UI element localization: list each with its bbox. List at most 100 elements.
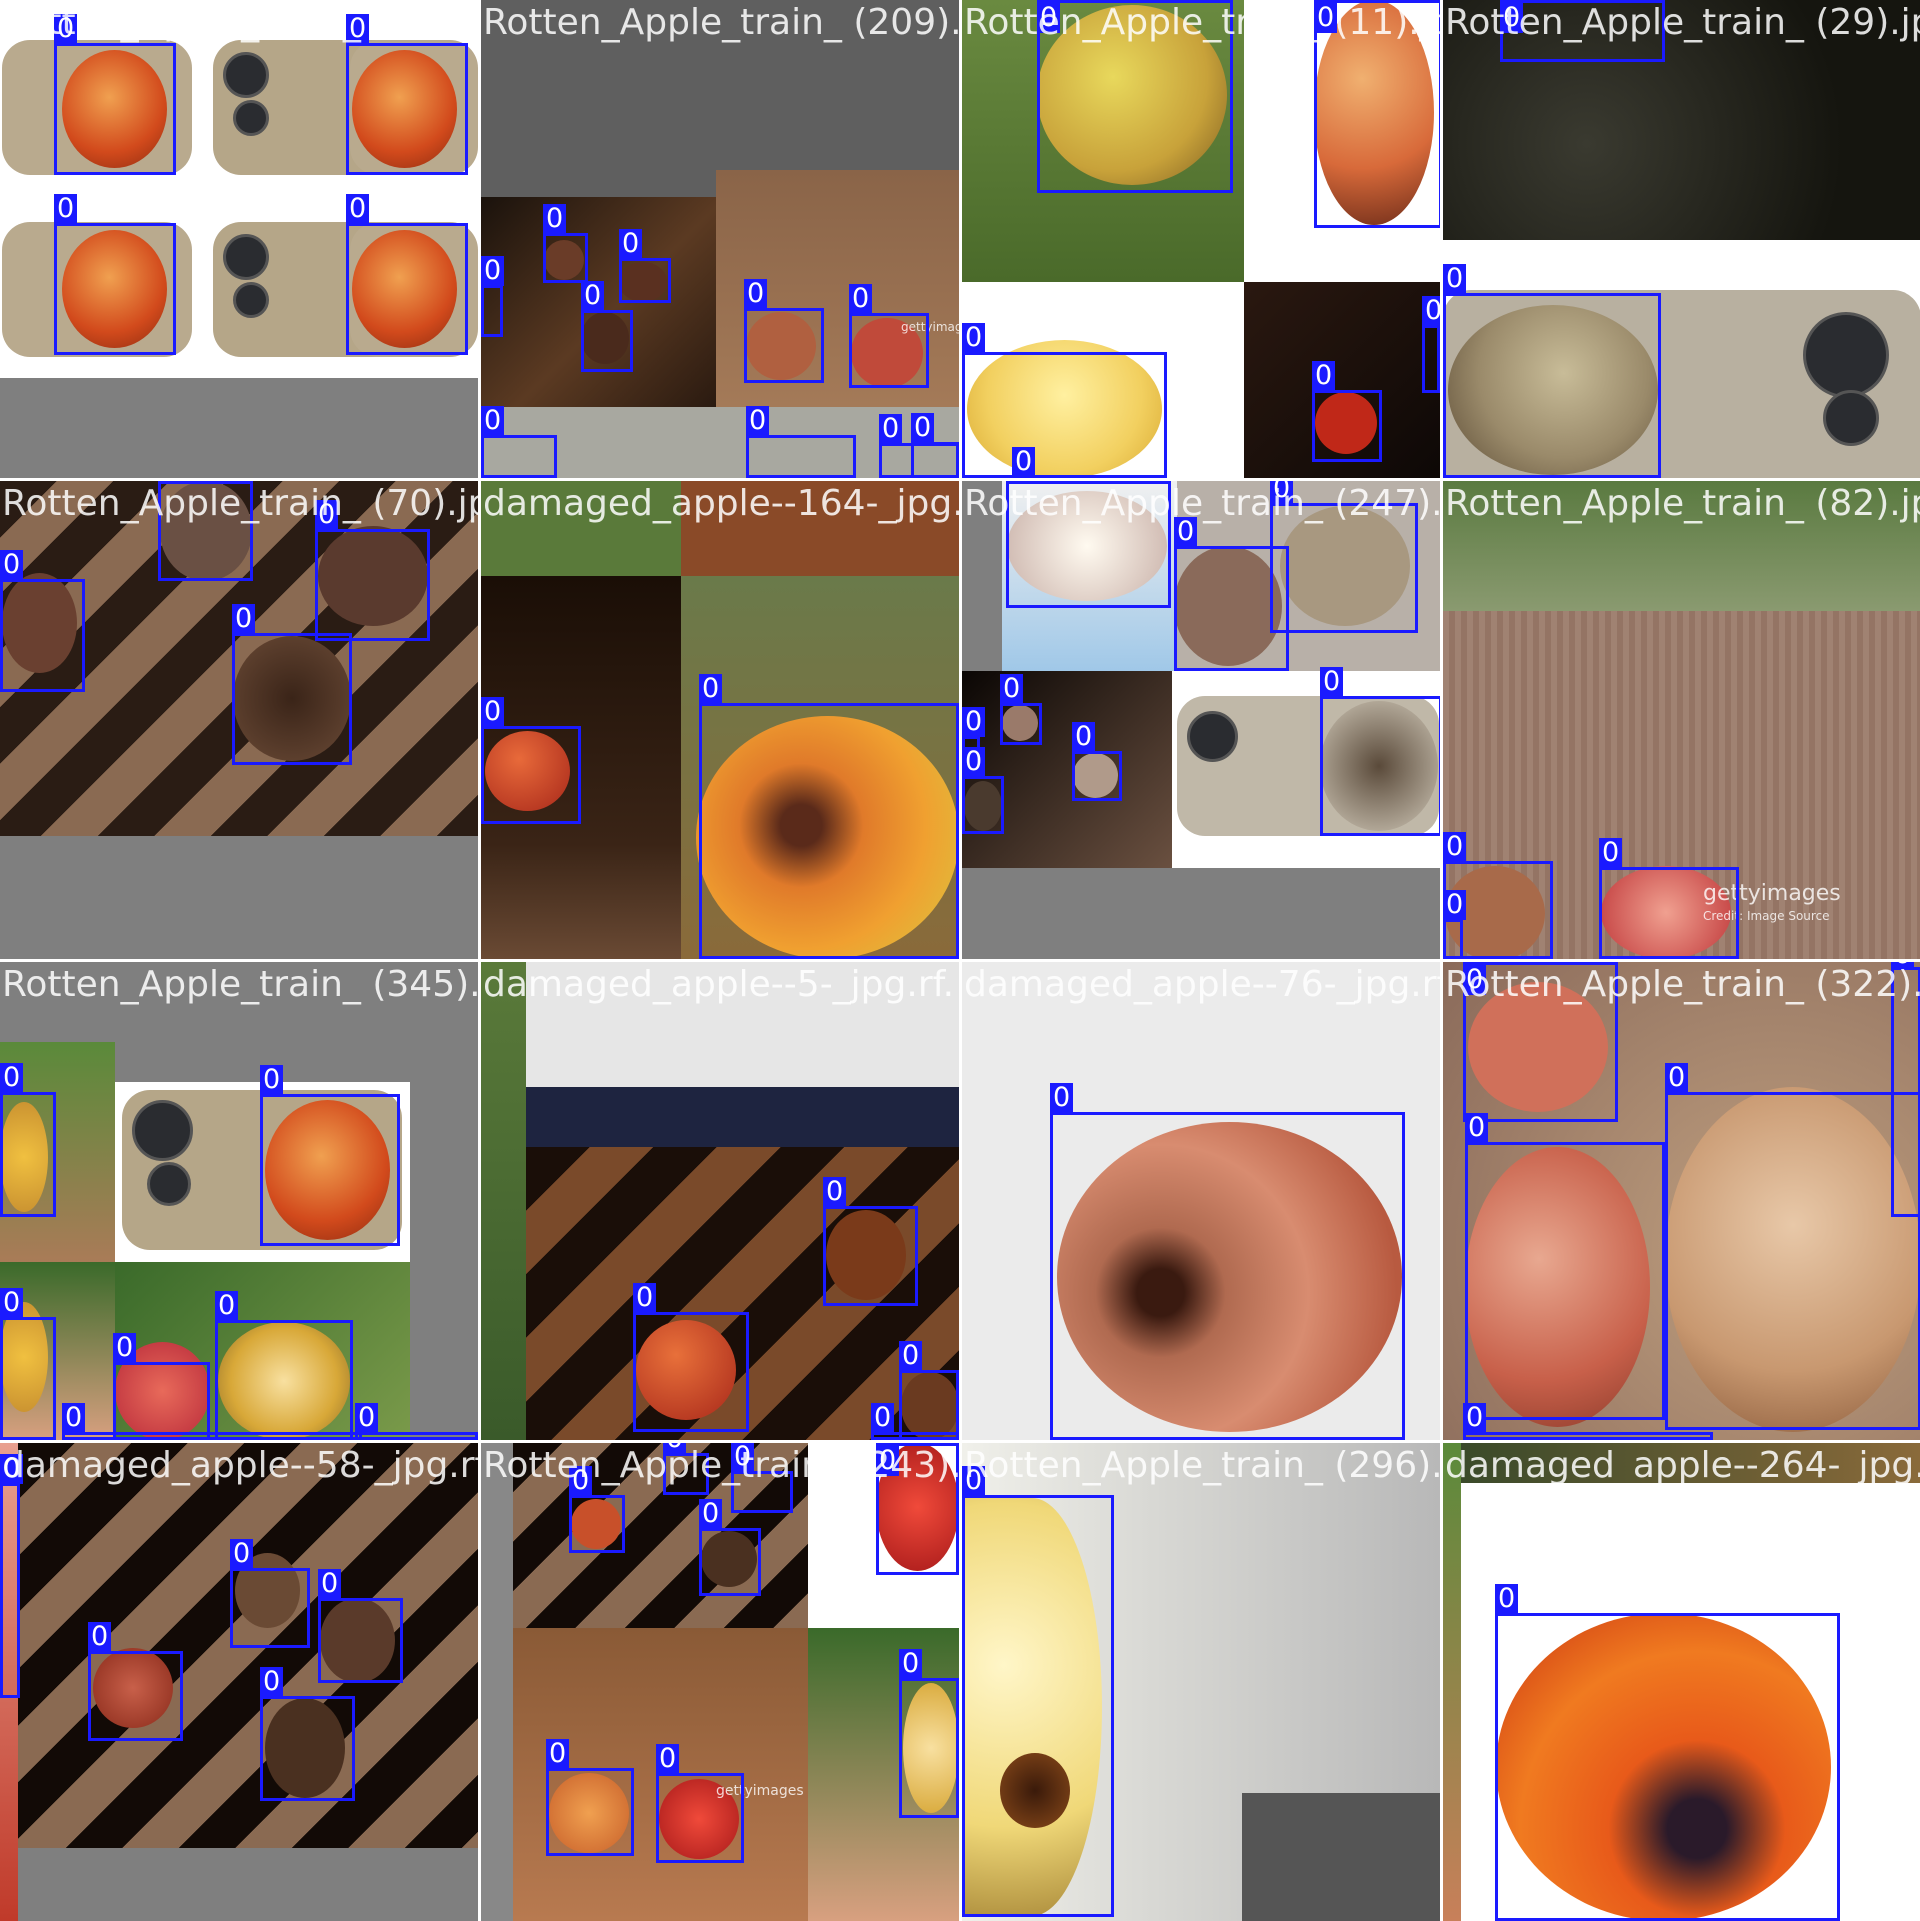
detection-box: 0 bbox=[1012, 447, 1162, 478]
class-label: 0 bbox=[899, 1649, 923, 1679]
class-label: 0 bbox=[1072, 722, 1096, 752]
class-label: 0 bbox=[899, 1341, 923, 1371]
tile-filename: damaged_apple--5-_jpg.rf. bbox=[483, 964, 955, 1005]
class-label: 0 bbox=[232, 604, 256, 634]
detection-box: 0 bbox=[543, 204, 588, 283]
detection-box: 0 bbox=[899, 1341, 959, 1440]
detection-box: 0 bbox=[260, 1667, 355, 1801]
tile-filename: Rotten_Apple_train_ (82).jpg bbox=[1445, 483, 1920, 524]
detection-box: 0 bbox=[62, 1403, 362, 1440]
class-label: 0 bbox=[1463, 1403, 1487, 1433]
detection-box: 0 bbox=[581, 281, 633, 372]
class-label: 0 bbox=[744, 279, 768, 309]
detection-box: 0 bbox=[88, 1622, 183, 1741]
class-label: 0 bbox=[481, 256, 505, 286]
tile-filename: Rotten_Apple_train_ (345).jpg bbox=[2, 964, 478, 1005]
detection-box: 0 bbox=[656, 1744, 744, 1863]
class-label: 0 bbox=[260, 1667, 284, 1697]
detection-box: 0 bbox=[346, 194, 468, 355]
class-label: 0 bbox=[911, 413, 935, 443]
detection-box: 0 bbox=[0, 1063, 56, 1217]
detection-box: 0 bbox=[1495, 1584, 1840, 1921]
mosaic-tile: Rotten_Apple_train_ (247).jpg 0 0 0 0 0 … bbox=[962, 481, 1440, 959]
class-label: 0 bbox=[1012, 447, 1036, 477]
class-label: 0 bbox=[699, 1499, 723, 1529]
detection-box: 0 bbox=[315, 500, 430, 641]
detection-box: 0 bbox=[746, 406, 856, 478]
mosaic-tile: gettyimages Rotten_Apple_train_ (209).jp… bbox=[481, 0, 959, 478]
class-label: 0 bbox=[113, 1333, 137, 1363]
class-label: 0 bbox=[1422, 296, 1440, 326]
detection-box: 0 bbox=[481, 406, 557, 478]
detection-box: 0 bbox=[355, 1403, 478, 1440]
tile-filename: damaged_apple--76-_jpg.rf. bbox=[964, 964, 1440, 1005]
detection-box: 0 bbox=[232, 604, 352, 765]
tile-filename: Rotten_Apple_train_ (296).jpg bbox=[964, 1445, 1440, 1486]
tile-filename: Rotten_Apple_train_ (247).jpg bbox=[964, 483, 1440, 524]
detection-box: 0 bbox=[481, 697, 581, 824]
training-batch-mosaic: Rotten_Apple_train_ (115).jpg 0 0 0 0 ge… bbox=[0, 0, 1920, 1921]
class-label: 0 bbox=[633, 1283, 657, 1313]
class-label: 0 bbox=[1495, 1584, 1519, 1614]
mosaic-tile: damaged_apple--264-_jpg.rf. 0 bbox=[1443, 1443, 1920, 1921]
detection-box: 0 bbox=[215, 1291, 353, 1440]
detection-box: 0 bbox=[260, 1065, 400, 1246]
class-label: 0 bbox=[1465, 1113, 1489, 1143]
tile-filename: Rotten_Apple_train_ (243).jpg bbox=[483, 1445, 959, 1486]
class-label: 0 bbox=[318, 1569, 342, 1599]
class-label: 0 bbox=[962, 747, 986, 777]
detection-box: 0 bbox=[230, 1539, 310, 1648]
class-label: 0 bbox=[230, 1539, 254, 1569]
detection-box: 0 bbox=[54, 14, 176, 175]
class-label: 0 bbox=[746, 406, 770, 436]
class-label: 0 bbox=[823, 1177, 847, 1207]
class-label: 0 bbox=[619, 229, 643, 259]
class-label: 0 bbox=[355, 1403, 379, 1433]
mosaic-tile: damaged_apple--76-_jpg.rf. 0 bbox=[962, 962, 1440, 1440]
class-label: 0 bbox=[1000, 674, 1024, 704]
class-label: 0 bbox=[849, 284, 873, 314]
detection-box: 0 bbox=[481, 256, 505, 337]
tile-filename: Rotten_Apple_train_ (70).jpg bbox=[2, 483, 478, 524]
class-label: 0 bbox=[260, 1065, 284, 1095]
class-label: 0 bbox=[962, 707, 986, 737]
class-label: 0 bbox=[546, 1739, 570, 1769]
detection-box: 0 bbox=[699, 1499, 761, 1596]
detection-box: 0 bbox=[569, 1466, 625, 1553]
class-label: 0 bbox=[543, 204, 567, 234]
class-label: 0 bbox=[481, 406, 505, 436]
class-label: 0 bbox=[62, 1403, 86, 1433]
class-label: 0 bbox=[346, 194, 370, 224]
class-label: 0 bbox=[1599, 838, 1623, 868]
detection-box: 0 bbox=[1465, 1113, 1665, 1420]
detection-box: 0 bbox=[1422, 296, 1440, 393]
class-label: 0 bbox=[0, 550, 24, 580]
class-label: 0 bbox=[88, 1622, 112, 1652]
mosaic-tile: gettyimages Rotten_Apple_train_ (243).jp… bbox=[481, 1443, 959, 1921]
mosaic-tile: damaged_apple--58-_jpg.rf. 0 0 0 0 0 bbox=[0, 1443, 478, 1921]
mosaic-tile: Rotten_Apple_train_ (345).jpg 0 0 0 0 0 … bbox=[0, 962, 478, 1440]
mosaic-tile: damaged_apple--5-_jpg.rf. 0 0 0 0 bbox=[481, 962, 959, 1440]
mosaic-tile: Rotten_Apple_train_ (296).jpg 0 bbox=[962, 1443, 1440, 1921]
class-label: 0 bbox=[1443, 832, 1467, 862]
detection-box: 0 bbox=[318, 1569, 403, 1683]
class-label: 0 bbox=[656, 1744, 680, 1774]
class-label: 0 bbox=[1443, 264, 1467, 294]
detection-box: 0 bbox=[1443, 890, 1467, 959]
tile-filename: Rotten_Apple_train_ (209).jpg bbox=[483, 2, 959, 43]
class-label: 0 bbox=[1050, 1083, 1074, 1113]
detection-box: 0 bbox=[633, 1283, 749, 1432]
detection-box: 0 bbox=[619, 229, 671, 303]
detection-box: 0 bbox=[546, 1739, 634, 1856]
detection-box: 0 bbox=[699, 674, 959, 959]
detection-box: 0 bbox=[823, 1177, 918, 1306]
detection-box: 0 bbox=[962, 747, 1004, 834]
tile-filename: Rotten_Apple_train_ (322).jpg bbox=[1445, 964, 1920, 1005]
class-label: 0 bbox=[215, 1291, 239, 1321]
detection-box: 0 bbox=[54, 194, 176, 355]
detection-box: 0 bbox=[0, 550, 85, 692]
detection-box: 0 bbox=[0, 1454, 24, 1698]
detection-box: 0 bbox=[849, 284, 929, 388]
detection-box: 0 bbox=[113, 1333, 210, 1440]
class-label: 0 bbox=[0, 1288, 24, 1318]
